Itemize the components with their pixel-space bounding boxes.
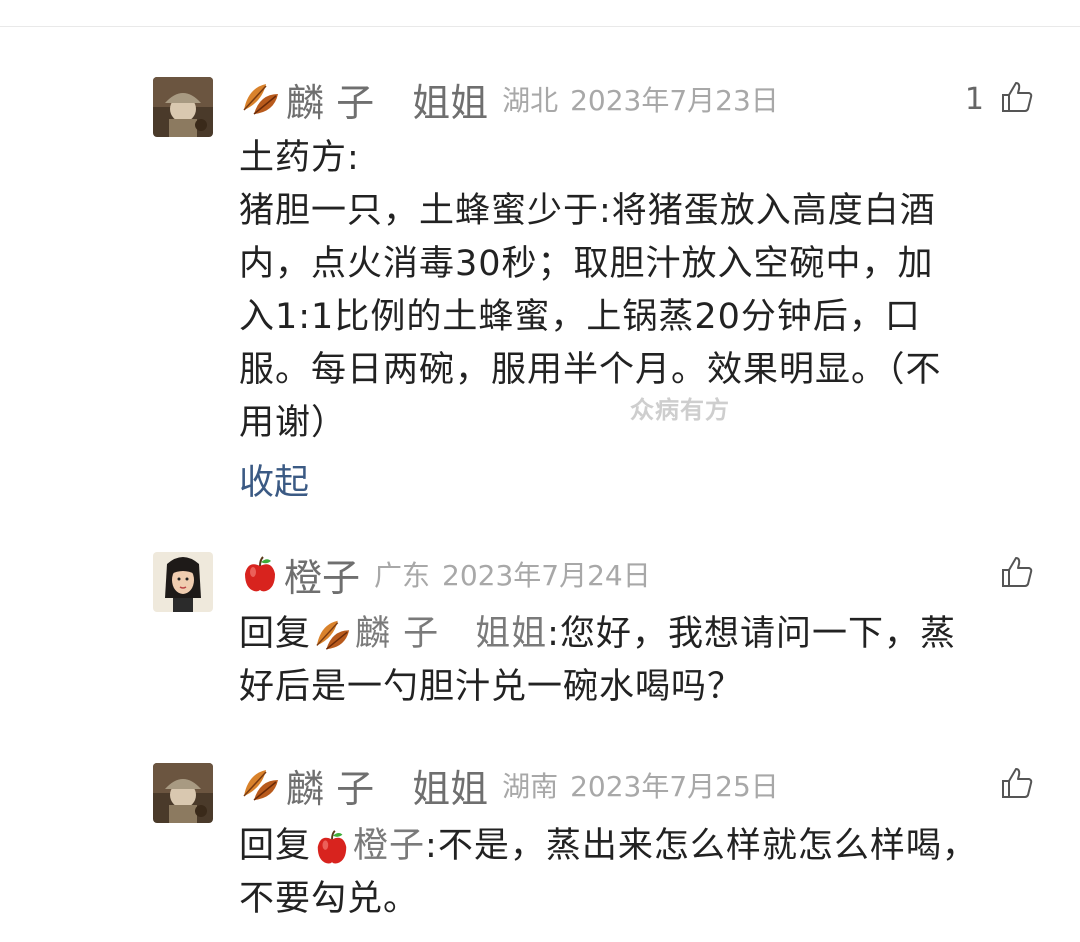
text-line: 回复 橙子:不是，蒸出来怎么样就怎么样喝， <box>239 820 1044 873</box>
nickname-text: 橙子 <box>284 555 361 600</box>
reply-to-name: 麟 子 姐姐 <box>355 614 548 654</box>
nickname[interactable]: 麟 子 姐姐 <box>240 72 488 127</box>
location: 湖南 <box>502 770 559 803</box>
reply-to-name: 橙子 <box>353 826 426 866</box>
date: 2023年7月24日 <box>442 559 651 592</box>
text-line: 回复 麟 子 姐姐:您好，我想请问一下，蒸 <box>239 608 1044 661</box>
location: 湖北 <box>502 84 559 117</box>
avatar[interactable] <box>153 763 213 823</box>
like-button[interactable] <box>1000 763 1034 807</box>
collapse-link[interactable]: 收起 <box>239 454 309 505</box>
comment-feed: 麟 子 姐姐 湖北 2023年7月23日 1 土药方: 猪胆一只，土蜂蜜少于:将… <box>0 0 1080 942</box>
avatar[interactable] <box>153 77 213 137</box>
text-line: 土药方: <box>239 138 360 178</box>
apple-icon <box>313 828 351 866</box>
location: 广东 <box>374 559 431 592</box>
watermark: 众病有方 <box>630 396 730 424</box>
like-count: 1 <box>964 81 984 117</box>
like-button[interactable]: 1 <box>965 77 1034 121</box>
text-line: 内，点火消毒30秒；取胆汁放入空碗中，加 <box>239 244 934 284</box>
text-line: 不要勾兑。 <box>239 879 420 919</box>
reply-prefix: 回复 <box>239 614 312 654</box>
date: 2023年7月25日 <box>570 770 779 803</box>
date: 2023年7月23日 <box>570 84 779 117</box>
reply-to-user[interactable]: 橙子 <box>311 820 425 873</box>
reply-prefix: 回复 <box>239 826 312 866</box>
comment-meta: 麟 子 姐姐 湖南 2023年7月25日 <box>240 763 779 811</box>
reply-to-user[interactable]: 麟 子 姐姐 <box>311 608 547 661</box>
comment-meta: 麟 子 姐姐 湖北 2023年7月23日 <box>240 77 779 125</box>
nickname[interactable]: 麟 子 姐姐 <box>240 758 488 813</box>
nickname-text: 麟 子 姐姐 <box>286 80 489 125</box>
nickname[interactable]: 橙子 <box>240 547 360 602</box>
reply-text: :不是，蒸出来怎么样就怎么样喝， <box>425 826 978 866</box>
like-button[interactable] <box>1000 552 1034 596</box>
comment-text: 回复 橙子:不是，蒸出来怎么样就怎么样喝， 不要勾兑。 <box>239 820 1044 926</box>
comment-text: 回复 麟 子 姐姐:您好，我想请问一下，蒸 好后是一勺胆汁兑一碗水喝吗？ <box>239 608 1044 714</box>
nickname-text: 麟 子 姐姐 <box>286 766 489 811</box>
thumbs-up-icon <box>1000 80 1034 118</box>
text-line: 入1:1比例的土蜂蜜，上锅蒸20分钟后，口 <box>239 297 921 337</box>
apple-icon <box>240 554 280 594</box>
top-divider <box>0 26 1080 27</box>
comment-meta: 橙子 广东 2023年7月24日 <box>240 552 651 600</box>
text-line: 猪胆一只，土蜂蜜少于:将猪蛋放入高度白酒 <box>239 191 936 231</box>
text-line: 好后是一勺胆汁兑一碗水喝吗？ <box>239 667 744 707</box>
leaf-icon <box>240 80 282 118</box>
leaf-icon <box>313 617 353 653</box>
avatar[interactable] <box>153 552 213 612</box>
thumbs-up-icon <box>1000 766 1034 804</box>
reply-text: :您好，我想请问一下，蒸 <box>547 614 956 654</box>
thumbs-up-icon <box>1000 555 1034 593</box>
leaf-icon <box>240 766 282 804</box>
